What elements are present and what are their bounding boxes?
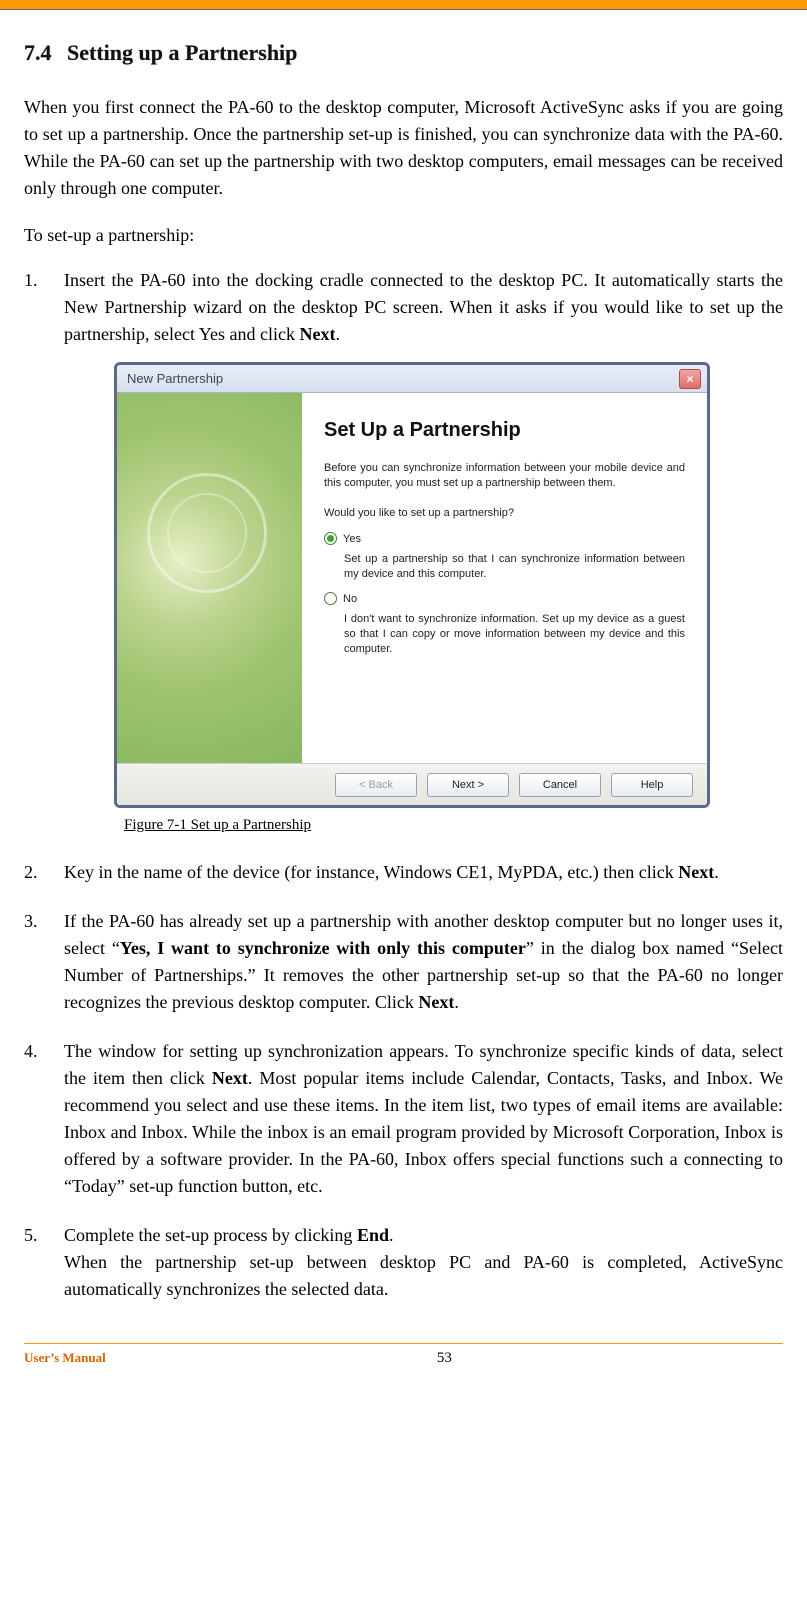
swirl-icon-inner bbox=[167, 493, 247, 573]
step-3-bold-2: Next bbox=[418, 992, 454, 1012]
back-button: < Back bbox=[335, 773, 417, 797]
section-number: 7.4 bbox=[24, 40, 52, 66]
step-5: Complete the set-up process by clicking … bbox=[24, 1222, 783, 1303]
lead-paragraph: To set-up a partnership: bbox=[24, 222, 783, 249]
dialog-description: Before you can synchronize information b… bbox=[324, 461, 685, 491]
step-3-text-c: . bbox=[454, 992, 459, 1012]
section-heading: 7.4 Setting up a Partnership bbox=[24, 40, 783, 66]
dialog-title: New Partnership bbox=[127, 369, 679, 389]
section-title: Setting up a Partnership bbox=[67, 40, 297, 65]
new-partnership-window: New Partnership × Set Up a Partnership B… bbox=[114, 362, 710, 808]
page-accent-bar bbox=[0, 0, 807, 10]
dialog-heading: Set Up a Partnership bbox=[324, 415, 685, 445]
dialog-art-panel bbox=[117, 393, 302, 763]
footer-doc-title: User’s Manual bbox=[24, 1350, 106, 1366]
radio-no-icon[interactable] bbox=[324, 592, 337, 605]
step-4-next-bold: Next bbox=[212, 1068, 248, 1088]
step-5-end-bold: End bbox=[357, 1225, 389, 1245]
step-3-bold-1: Yes, I want to synchronize with only thi… bbox=[120, 938, 526, 958]
figure-7-1: New Partnership × Set Up a Partnership B… bbox=[114, 362, 783, 808]
radio-yes-icon[interactable] bbox=[324, 532, 337, 545]
step-5-text-c: When the partnership set-up between desk… bbox=[64, 1252, 783, 1299]
dialog-question: Would you like to set up a partnership? bbox=[324, 505, 685, 522]
dialog-titlebar: New Partnership × bbox=[117, 365, 707, 393]
dialog-body: Set Up a Partnership Before you can sync… bbox=[117, 393, 707, 763]
step-1: Insert the PA-60 into the docking cradle… bbox=[24, 267, 783, 837]
page-content: 7.4 Setting up a Partnership When you fi… bbox=[0, 40, 807, 1303]
step-2-text-b: . bbox=[714, 862, 719, 882]
step-5-text-a: Complete the set-up process by clicking bbox=[64, 1225, 357, 1245]
step-1-next-bold: Next bbox=[299, 324, 335, 344]
option-yes-sub: Set up a partnership so that I can synch… bbox=[344, 552, 685, 582]
step-2-text-a: Key in the name of the device (for insta… bbox=[64, 862, 678, 882]
step-1-text-a: Insert the PA-60 into the docking cradle… bbox=[64, 270, 783, 344]
step-2-next-bold: Next bbox=[678, 862, 714, 882]
option-yes[interactable]: Yes bbox=[324, 531, 685, 548]
footer-rule bbox=[24, 1343, 783, 1344]
intro-paragraph: When you first connect the PA-60 to the … bbox=[24, 94, 783, 202]
help-button[interactable]: Help bbox=[611, 773, 693, 797]
next-button[interactable]: Next > bbox=[427, 773, 509, 797]
step-1-text-b: . bbox=[335, 324, 340, 344]
option-yes-label: Yes bbox=[343, 531, 361, 548]
option-no-label: No bbox=[343, 591, 357, 608]
dialog-button-bar: < Back Next > Cancel Help bbox=[117, 763, 707, 805]
step-5-text-b: . bbox=[389, 1225, 394, 1245]
step-2: Key in the name of the device (for insta… bbox=[24, 859, 783, 886]
close-icon[interactable]: × bbox=[679, 369, 701, 389]
steps-list: Insert the PA-60 into the docking cradle… bbox=[24, 267, 783, 1303]
page-footer: User’s Manual 53 bbox=[0, 1350, 807, 1387]
option-no-sub: I don't want to synchronize information.… bbox=[344, 612, 685, 657]
figure-caption: Figure 7-1 Set up a Partnership bbox=[124, 814, 783, 837]
dialog-content-panel: Set Up a Partnership Before you can sync… bbox=[302, 393, 707, 763]
cancel-button[interactable]: Cancel bbox=[519, 773, 601, 797]
step-4: The window for setting up synchronizatio… bbox=[24, 1038, 783, 1200]
step-3: If the PA-60 has already set up a partne… bbox=[24, 908, 783, 1016]
footer-page-number: 53 bbox=[106, 1350, 783, 1367]
option-no[interactable]: No bbox=[324, 591, 685, 608]
